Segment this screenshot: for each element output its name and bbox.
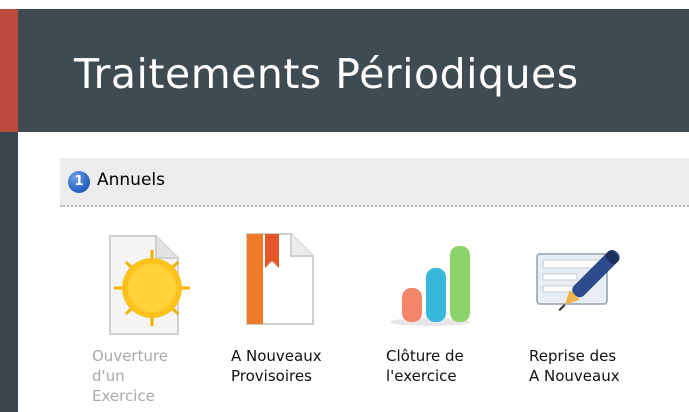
tile-label: Reprise des A Nouveaux (529, 347, 620, 385)
tile-ouverture-exercice[interactable]: Ouverture d'un Exercice (92, 228, 202, 412)
bookmark-document-icon (246, 233, 314, 325)
tile-label: Clôture de l'exercice (386, 347, 464, 385)
top-strip (0, 0, 689, 9)
pen-form-icon (536, 249, 620, 312)
section-title: Annuels (97, 170, 165, 190)
page-title: Traitements Périodiques (74, 50, 579, 98)
tile-reprise-a-nouveaux[interactable]: Reprise des A Nouveaux (529, 228, 639, 412)
tile-a-nouveaux-provisoires[interactable]: A Nouveaux Provisoires (231, 228, 341, 412)
left-rail (0, 132, 18, 412)
tile-label: Ouverture d'un Exercice (92, 347, 169, 405)
left-accent-bar (0, 9, 18, 132)
section-number-badge: 1 (68, 171, 90, 193)
section-header-annuels: 1 Annuels (60, 158, 689, 207)
bar-chart-icon (390, 246, 470, 326)
page-header: Traitements Périodiques (18, 9, 689, 132)
sun-document-icon (109, 235, 190, 335)
tile-label: A Nouveaux Provisoires (231, 347, 322, 385)
tile-cloture-exercice[interactable]: Clôture de l'exercice (386, 228, 496, 412)
